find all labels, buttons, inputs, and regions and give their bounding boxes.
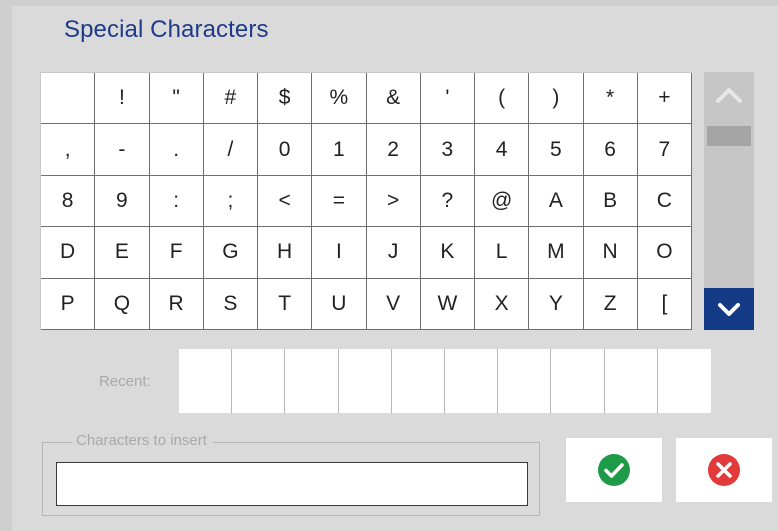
chevron-down-icon — [718, 303, 740, 316]
character-cell[interactable]: - — [95, 124, 150, 176]
character-cell[interactable]: % — [312, 73, 367, 125]
character-cell[interactable]: 9 — [95, 175, 150, 228]
cancel-button[interactable] — [676, 438, 772, 502]
character-cell[interactable]: ' — [420, 73, 475, 125]
character-cell[interactable]: / — [203, 124, 258, 176]
character-cell[interactable]: 7 — [637, 124, 692, 176]
character-cell[interactable]: L — [475, 227, 530, 279]
recent-label: Recent: — [99, 373, 151, 390]
recent-slot[interactable] — [551, 349, 605, 413]
character-cell[interactable]: C — [637, 175, 692, 228]
character-cell[interactable]: S — [203, 278, 258, 330]
recent-slot[interactable] — [658, 349, 711, 413]
character-cell[interactable]: ( — [475, 73, 530, 125]
characters-to-insert-input[interactable] — [56, 462, 528, 506]
chevron-up-icon — [716, 88, 742, 103]
character-cell[interactable]: 0 — [258, 124, 313, 176]
character-cell[interactable]: < — [258, 175, 313, 228]
character-cell[interactable]: F — [149, 227, 204, 279]
character-cell[interactable]: @ — [475, 175, 530, 228]
ok-button[interactable] — [566, 438, 662, 502]
character-cell[interactable]: 3 — [420, 124, 475, 176]
scroll-down-button[interactable] — [704, 288, 754, 330]
character-cell[interactable]: P — [41, 278, 96, 330]
recent-characters-row — [179, 349, 711, 413]
character-cell[interactable]: ! — [95, 73, 150, 125]
recent-slot[interactable] — [498, 349, 552, 413]
scroll-thumb[interactable] — [707, 126, 751, 146]
recent-slot[interactable] — [339, 349, 392, 413]
character-cell[interactable]: R — [149, 278, 204, 330]
character-cell[interactable]: D — [41, 227, 96, 279]
character-cell[interactable]: : — [149, 175, 204, 228]
character-cell[interactable]: T — [258, 278, 313, 330]
character-cell[interactable]: # — [203, 73, 258, 125]
character-cell[interactable]: U — [312, 278, 367, 330]
character-cell[interactable]: N — [583, 227, 638, 279]
character-cell[interactable]: X — [475, 278, 530, 330]
character-cell[interactable]: A — [529, 175, 584, 228]
character-cell[interactable]: K — [420, 227, 475, 279]
character-cell[interactable]: $ — [258, 73, 313, 125]
character-cell[interactable]: , — [41, 124, 96, 176]
recent-slot[interactable] — [445, 349, 499, 413]
character-cell[interactable]: G — [203, 227, 258, 279]
character-cell[interactable]: & — [366, 73, 421, 125]
character-cell[interactable]: ; — [203, 175, 258, 228]
characters-to-insert-label: Characters to insert — [72, 432, 213, 449]
character-cell[interactable]: Q — [95, 278, 150, 330]
checkmark-icon — [598, 454, 630, 486]
character-cell[interactable]: . — [149, 124, 204, 176]
character-cell[interactable]: > — [366, 175, 421, 228]
character-cell[interactable]: V — [366, 278, 421, 330]
close-icon — [708, 454, 740, 486]
character-cell[interactable]: * — [583, 73, 638, 125]
character-cell[interactable]: ) — [529, 73, 584, 125]
character-cell[interactable]: 4 — [475, 124, 530, 176]
character-cell[interactable]: I — [312, 227, 367, 279]
character-cell[interactable]: Z — [583, 278, 638, 330]
recent-slot[interactable] — [232, 349, 286, 413]
character-cell[interactable]: ? — [420, 175, 475, 228]
character-cell[interactable]: H — [258, 227, 313, 279]
character-cell[interactable]: " — [149, 73, 204, 125]
character-cell[interactable]: J — [366, 227, 421, 279]
character-grid: ! " # $% & '() * +, -./0 1 2 3 4 5 6 7 8 9:; < = >? @ A B C D E F G H… — [40, 72, 692, 330]
character-cell[interactable]: 6 — [583, 124, 638, 176]
character-cell[interactable]: = — [312, 175, 367, 228]
character-cell[interactable]: B — [583, 175, 638, 228]
character-cell[interactable]: + — [637, 73, 692, 125]
recent-slot[interactable] — [285, 349, 339, 413]
recent-slot[interactable] — [605, 349, 658, 413]
grid-scrollbar[interactable] — [704, 72, 754, 330]
scroll-up-button[interactable] — [704, 72, 754, 118]
character-cell[interactable]: W — [420, 278, 475, 330]
character-cell[interactable] — [41, 73, 96, 125]
character-cell[interactable]: Y — [529, 278, 584, 330]
character-cell[interactable]: 1 — [312, 124, 367, 176]
recent-slot[interactable] — [179, 349, 233, 413]
character-cell[interactable]: [ — [637, 278, 692, 330]
character-cell[interactable]: 2 — [366, 124, 421, 176]
character-cell[interactable]: M — [529, 227, 584, 279]
character-cell[interactable]: E — [95, 227, 150, 279]
recent-slot[interactable] — [392, 349, 445, 413]
character-cell[interactable]: 5 — [529, 124, 584, 176]
character-cell[interactable]: 8 — [41, 175, 96, 228]
character-cell[interactable]: O — [637, 227, 692, 279]
dialog-title: Special Characters — [64, 16, 269, 43]
